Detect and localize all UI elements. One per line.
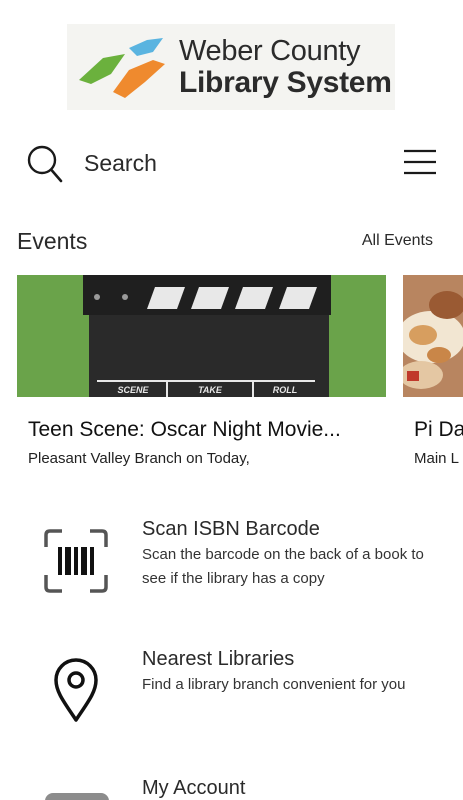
event-card[interactable]: Pi Da Main L <box>403 275 463 475</box>
library-logo: Weber County Library System <box>67 24 395 110</box>
search-bar[interactable]: Search <box>0 136 463 192</box>
event-subtitle: Main L <box>414 450 460 467</box>
logo-line-2: Library System <box>179 66 392 99</box>
my-account-item[interactable]: My Account <box>0 770 463 800</box>
event-subtitle: Pleasant Valley Branch on Today, <box>28 450 250 467</box>
events-title: Events <box>17 228 88 254</box>
clapperboard-image: SCENE TAKE ROLL <box>17 275 386 397</box>
feature-description: Find a library branch convenient for you <box>142 676 406 693</box>
barcode-scan-icon <box>44 529 108 593</box>
clapper-label-take: TAKE <box>198 385 223 395</box>
map-pin-icon <box>54 658 98 722</box>
event-card[interactable]: SCENE TAKE ROLL Teen Scene: Oscar Night … <box>17 275 386 475</box>
event-title[interactable]: Pi Da <box>414 418 463 442</box>
hamburger-menu-icon[interactable] <box>403 148 437 176</box>
clapper-label-roll: ROLL <box>273 385 298 395</box>
feature-description: Scan the barcode on the back of a book t… <box>142 546 424 587</box>
search-label[interactable]: Search <box>84 150 157 177</box>
logo-leaves-icon <box>79 38 165 98</box>
feature-title[interactable]: My Account <box>142 777 245 800</box>
pastry-food-image <box>403 275 463 397</box>
logo-line-1: Weber County <box>179 35 361 67</box>
scan-isbn-barcode-item[interactable]: Scan ISBN Barcode Scan the barcode on th… <box>0 510 463 620</box>
clapper-label-scene: SCENE <box>117 385 149 395</box>
events-carousel[interactable]: SCENE TAKE ROLL Teen Scene: Oscar Night … <box>17 275 463 475</box>
all-events-link[interactable]: All Events <box>362 232 433 250</box>
search-icon[interactable] <box>26 144 64 184</box>
library-card-icon <box>45 793 109 800</box>
feature-title[interactable]: Nearest Libraries <box>142 648 294 671</box>
event-title[interactable]: Teen Scene: Oscar Night Movie... <box>28 418 341 442</box>
events-header: Events All Events <box>0 226 463 258</box>
feature-title[interactable]: Scan ISBN Barcode <box>142 518 320 541</box>
nearest-libraries-item[interactable]: Nearest Libraries Find a library branch … <box>0 640 463 750</box>
